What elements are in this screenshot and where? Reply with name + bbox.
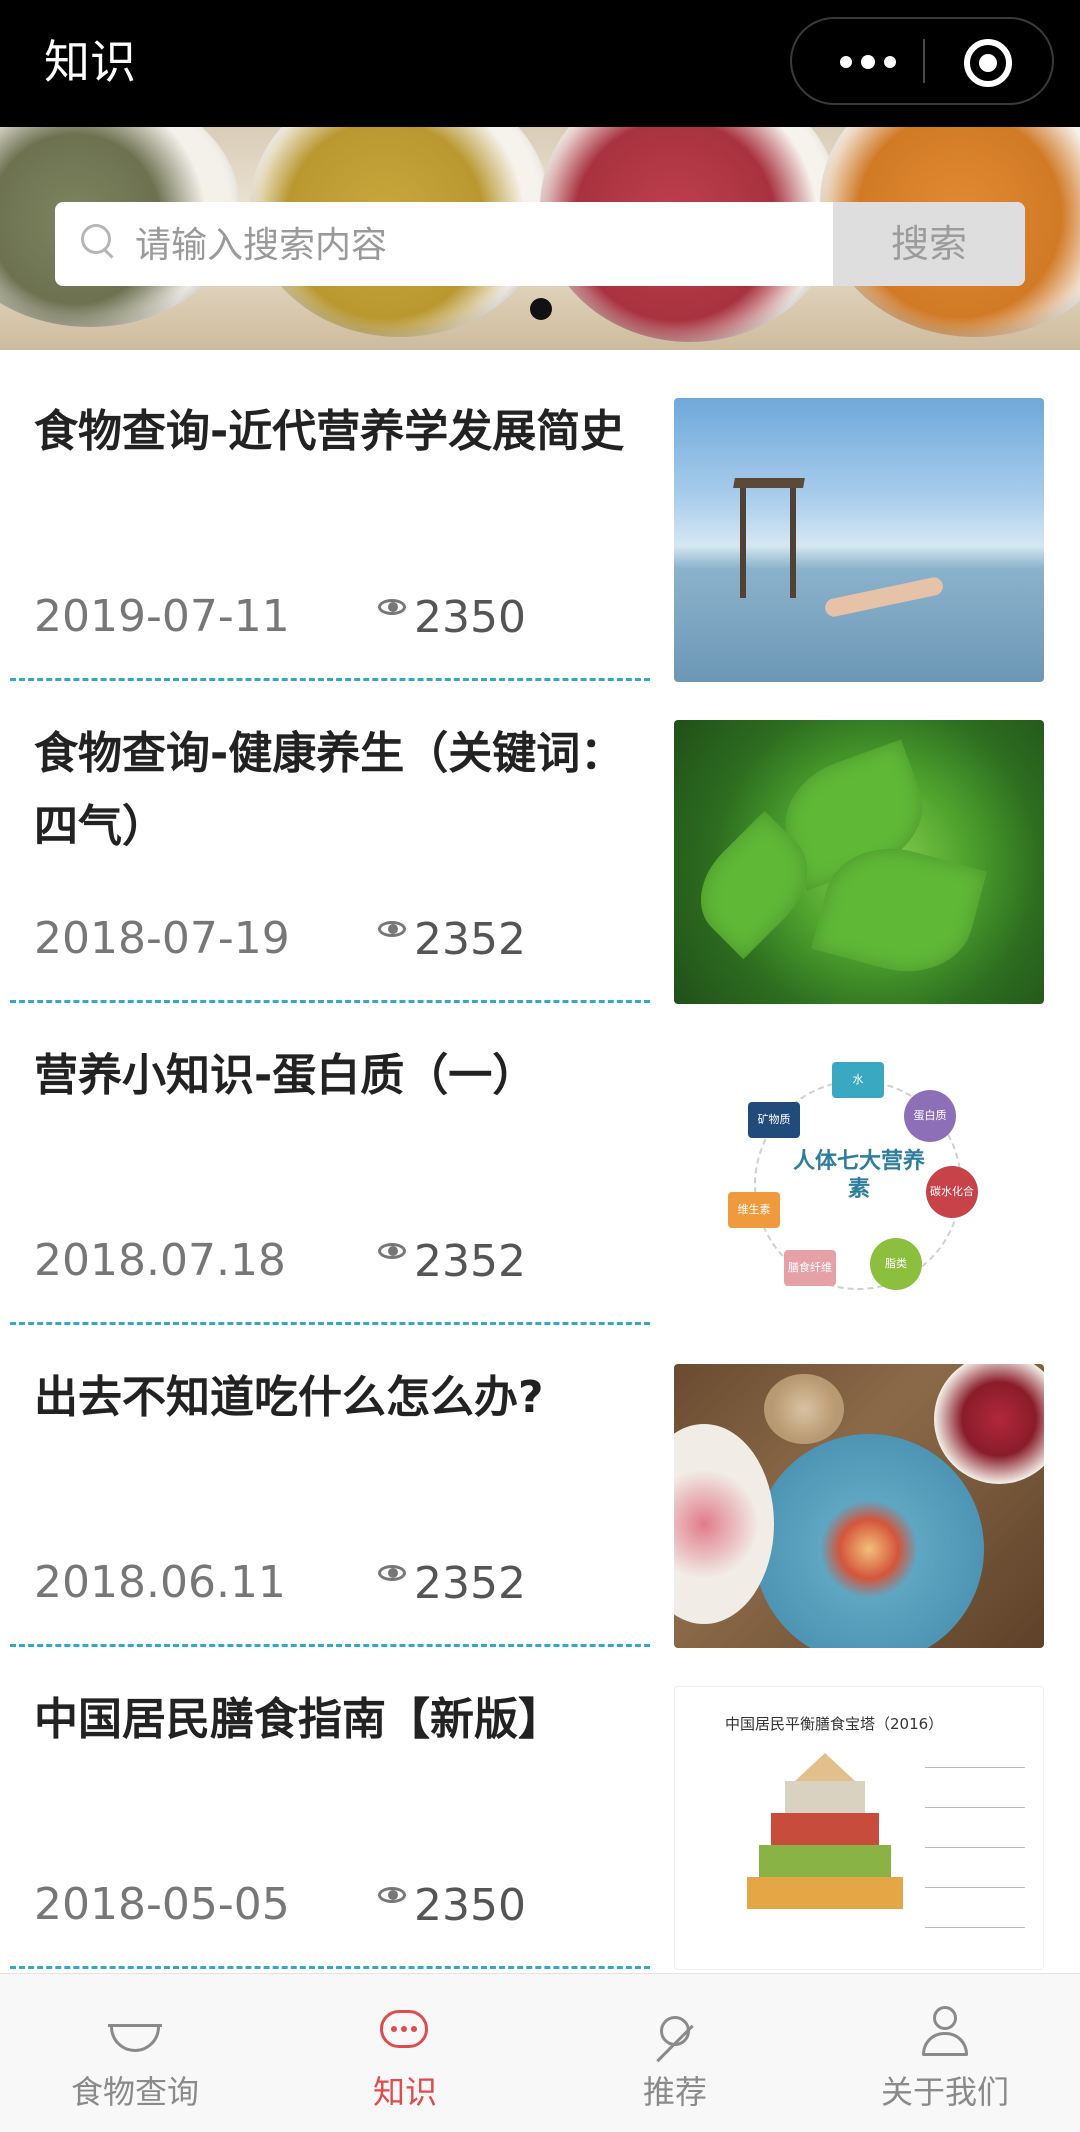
tab-label: 知识 [372,2073,437,2111]
article-date: 2018-07-19 [34,913,290,964]
nutrient-node: 维生素 [728,1192,780,1228]
view-count: 2350 [378,1878,526,1932]
view-count: 2352 [378,912,526,966]
article-date: 2019-07-11 [34,591,290,642]
user-icon [918,2004,972,2058]
view-count-value: 2352 [414,1235,526,1287]
view-count: 2350 [378,590,526,644]
article-thumbnail [674,1364,1044,1648]
article-title: 中国居民膳食指南【新版】 [34,1694,562,1745]
view-count-value: 2352 [414,1557,526,1609]
list-item[interactable]: 食物查询-近代营养学发展简史 2019-07-11 2350 [0,350,1080,682]
top-bar: 知识 [0,0,1080,127]
mini-program-capsule [790,17,1054,105]
bowl-image [934,1364,1044,1484]
tab-label: 关于我们 [880,2073,1009,2111]
view-count: 2352 [378,1234,526,1288]
legend-line [925,1847,1025,1848]
eye-icon [378,921,410,941]
tab-recommend[interactable]: 推荐 [540,1974,810,2132]
dashed-divider [10,1966,650,1969]
nutrient-node: 矿物质 [748,1102,800,1138]
post-image [790,488,796,598]
article-title: 出去不知道吃什么怎么办? [34,1372,544,1423]
view-count: 2352 [378,1556,526,1610]
close-target-icon[interactable] [964,39,1012,87]
tab-label: 食物查询 [70,2073,199,2111]
capsule-divider [923,39,925,83]
pagoda-layer [771,1813,879,1845]
eye-icon [378,1243,410,1263]
search-bar: 搜索 [55,202,1025,286]
legend-line [925,1887,1025,1888]
view-count-value: 2350 [414,591,526,643]
nutrient-node: 蛋白质 [904,1090,956,1142]
candy-icon [648,2004,702,2058]
article-thumbnail [674,720,1044,1004]
list-item[interactable]: 食物查询-健康养生（关键词：四气） 2018-07-19 2352 [0,672,1080,1004]
article-thumbnail [674,398,1044,682]
more-icon[interactable] [828,45,908,79]
hut-image [733,478,805,488]
pagoda-layer [747,1877,903,1909]
eye-icon [378,1565,410,1585]
legend-line [925,1807,1025,1808]
legend-line [925,1927,1025,1928]
eye-icon [378,599,410,619]
nutrient-node: 脂类 [870,1238,922,1290]
tab-about-us[interactable]: 关于我们 [810,1974,1080,2132]
cup-image [764,1374,844,1444]
list-item[interactable]: 营养小知识-蛋白质（一） 2018.07.18 2352 人体七大营养素 水 蛋… [0,994,1080,1326]
legend-line [925,1767,1025,1768]
page-title: 知识 [44,35,136,89]
nutrient-node: 水 [832,1062,884,1098]
article-title: 食物查询-近代营养学发展简史 [34,406,625,457]
search-input[interactable] [133,214,857,276]
pagoda-layer [795,1753,855,1781]
list-item[interactable]: 出去不知道吃什么怎么办? 2018.06.11 2352 [0,1316,1080,1648]
pagoda-caption: 中国居民平衡膳食宝塔（2016） [725,1715,944,1733]
article-date: 2018.07.18 [34,1235,286,1286]
bowl-icon [108,2004,162,2058]
search-button[interactable]: 搜索 [833,202,1025,286]
person-floating-image [823,575,945,619]
article-title: 食物查询-健康养生（关键词：四气） [34,728,625,852]
tab-knowledge[interactable]: 知识 [270,1974,540,2132]
article-title: 营养小知识-蛋白质（一） [34,1050,537,1101]
article-date: 2018-05-05 [34,1879,290,1930]
article-thumbnail: 人体七大营养素 水 蛋白质 碳水化合物 脂类 膳食纤维 维生素 矿物质 [674,1042,1044,1326]
plate-image [674,1424,774,1624]
post-image [740,488,746,598]
tab-food-query[interactable]: 食物查询 [0,1974,270,2132]
diagram-center-label: 人体七大营养素 [792,1149,925,1202]
article-thumbnail: 中国居民平衡膳食宝塔（2016） [674,1686,1044,1970]
chat-bubble-icon [378,2004,432,2058]
tab-label: 推荐 [642,2073,707,2111]
view-count-value: 2350 [414,1879,526,1931]
nutrient-node: 膳食纤维 [784,1250,836,1286]
eye-icon [378,1887,410,1907]
carousel-indicator-dot[interactable] [530,298,552,320]
view-count-value: 2352 [414,913,526,965]
bottom-tab-bar: 食物查询 知识 推荐 关于我们 [0,1973,1080,2132]
nutrient-node: 碳水化合物 [926,1166,978,1250]
pagoda-layer [759,1845,891,1877]
search-icon [81,224,117,260]
pagoda-layer [785,1781,865,1813]
list-item[interactable]: 中国居民膳食指南【新版】 2018-05-05 2350 中国居民平衡膳食宝塔（… [0,1638,1080,1970]
plate-image [754,1434,984,1648]
article-date: 2018.06.11 [34,1557,286,1608]
